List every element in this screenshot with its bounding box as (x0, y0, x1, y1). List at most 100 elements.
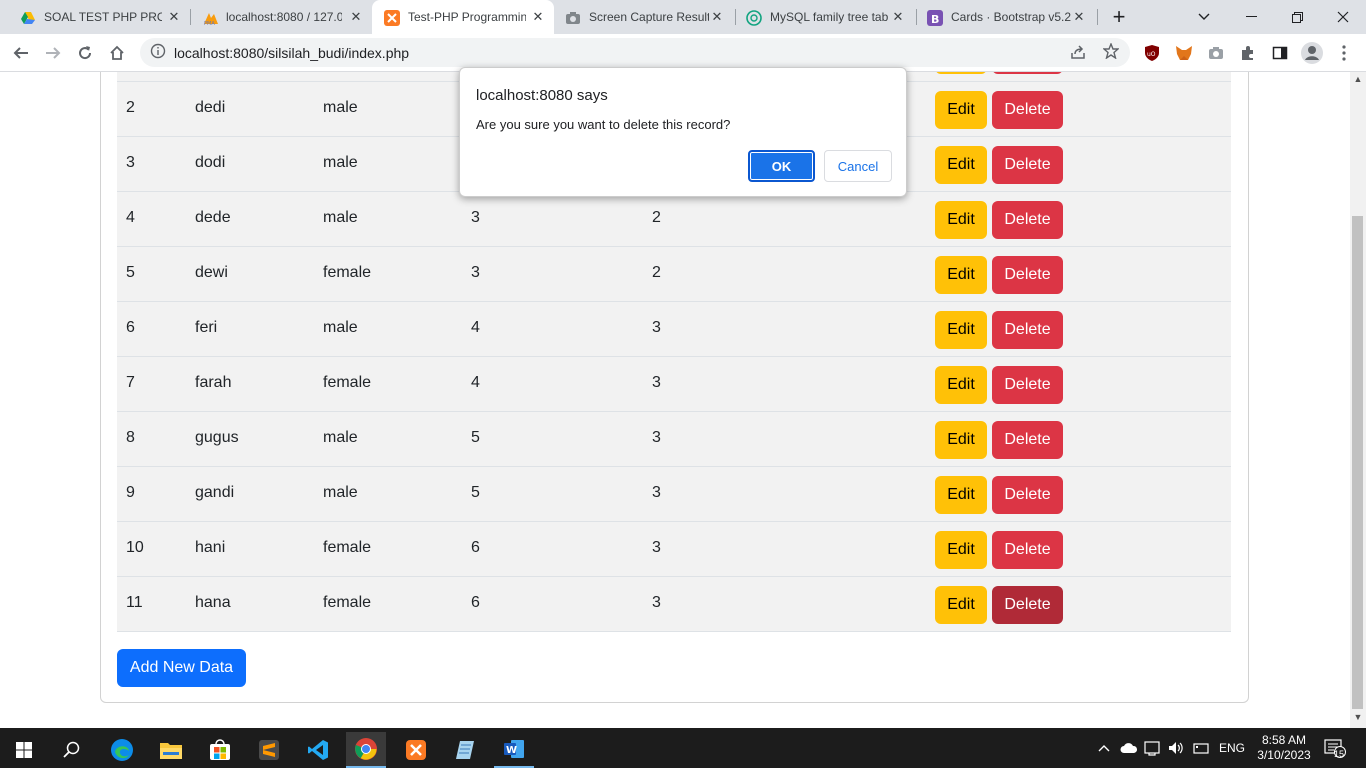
table-row: 9 gandi male 5 3 Edit Delete (117, 467, 1231, 522)
cancel-button[interactable]: Cancel (824, 150, 892, 182)
tab-phpmyadmin[interactable]: PMA localhost:8080 / 127.0 ✕ (190, 0, 370, 34)
xampp-taskbar-icon[interactable] (396, 732, 436, 768)
tab-search-chevron-icon[interactable] (1181, 0, 1227, 34)
edit-button[interactable]: Edit (935, 586, 987, 624)
sublime-text-icon[interactable] (249, 732, 289, 768)
page-scrollbar[interactable]: ▲ ▼ (1350, 72, 1366, 728)
delete-button[interactable]: Delete (992, 311, 1063, 349)
chrome-taskbar-icon[interactable] (346, 732, 386, 768)
notification-center-icon[interactable]: 15 (1324, 728, 1346, 768)
site-info-icon[interactable] (150, 43, 166, 62)
tab-bootstrap-cards[interactable]: B Cards · Bootstrap v5.2 ✕ (917, 0, 1097, 34)
file-explorer-icon[interactable] (151, 732, 191, 768)
edit-button[interactable]: Edit (935, 72, 987, 74)
tab-test-php[interactable]: Test-PHP Programmin ✕ (372, 0, 554, 34)
edit-button[interactable]: Edit (935, 146, 987, 184)
volume-icon[interactable] (1167, 728, 1185, 768)
table-row: 8 gugus male 5 3 Edit Delete (117, 412, 1231, 467)
word-icon[interactable]: W (494, 732, 534, 768)
add-new-data-button[interactable]: Add New Data (117, 649, 246, 687)
edit-button[interactable]: Edit (935, 366, 987, 404)
edge-browser-icon[interactable] (102, 732, 142, 768)
windows-start-icon[interactable] (4, 732, 44, 768)
delete-button[interactable]: Delete (992, 586, 1063, 624)
language-indicator[interactable]: ENG (1219, 728, 1245, 768)
tab-screen-capture[interactable]: Screen Capture Result ✕ (555, 0, 735, 34)
network-icon[interactable] (1144, 728, 1162, 768)
delete-button[interactable]: Delete (992, 201, 1063, 239)
restore-icon[interactable] (1274, 0, 1320, 34)
close-window-icon[interactable] (1320, 0, 1366, 34)
cell-col5: 3 (652, 429, 661, 446)
metamask-fox-icon[interactable] (1171, 40, 1197, 66)
delete-button[interactable]: Delete (992, 531, 1063, 569)
close-icon[interactable]: ✕ (530, 9, 546, 25)
search-icon[interactable] (52, 732, 92, 768)
notepad-icon[interactable] (445, 732, 485, 768)
cell-id: 9 (126, 484, 135, 501)
delete-button[interactable]: Delete (992, 72, 1063, 74)
extensions-puzzle-icon[interactable] (1235, 40, 1261, 66)
edit-button[interactable]: Edit (935, 311, 987, 349)
edit-button[interactable]: Edit (935, 256, 987, 294)
table-row: 4 dede male 3 2 Edit Delete (117, 192, 1231, 247)
back-icon[interactable] (8, 40, 34, 66)
cell-col4: 4 (471, 374, 480, 391)
vscode-icon[interactable] (298, 732, 338, 768)
edit-button[interactable]: Edit (935, 476, 987, 514)
cell-id: 6 (126, 319, 135, 336)
clock[interactable]: 8:58 AM 3/10/2023 (1254, 728, 1314, 768)
chrome-menu-icon[interactable] (1331, 40, 1357, 66)
tab-soal-test[interactable]: SOAL TEST PHP PROG ✕ (0, 0, 190, 34)
cell-gender: female (323, 594, 372, 611)
delete-button[interactable]: Delete (992, 366, 1063, 404)
reload-icon[interactable] (72, 40, 98, 66)
edit-button[interactable]: Edit (935, 421, 987, 459)
forward-icon[interactable] (40, 40, 66, 66)
close-icon[interactable]: ✕ (1071, 9, 1087, 25)
delete-button[interactable]: Delete (992, 256, 1063, 294)
input-method-icon[interactable] (1193, 728, 1209, 768)
tab-mysql-family[interactable]: MySQL family tree tab ✕ (736, 0, 916, 34)
cell-name: gugus (195, 429, 239, 446)
tab-title: Cards · Bootstrap v5.2 (951, 10, 1071, 24)
profile-avatar-icon[interactable] (1299, 40, 1325, 66)
close-icon[interactable]: ✕ (890, 9, 906, 25)
ublock-origin-icon[interactable]: uO (1139, 40, 1165, 66)
cell-col5: 3 (652, 319, 661, 336)
cell-name: dewi (195, 264, 228, 281)
side-panel-icon[interactable] (1267, 40, 1293, 66)
new-tab-icon[interactable]: + (1096, 0, 1142, 34)
cell-gender: male (323, 154, 358, 171)
screen-capture-extension-icon[interactable] (1203, 40, 1229, 66)
share-icon[interactable] (1070, 44, 1086, 65)
svg-text:B: B (931, 13, 939, 26)
delete-button[interactable]: Delete (992, 91, 1063, 129)
onedrive-cloud-icon[interactable] (1120, 728, 1138, 768)
cell-name: dodi (195, 154, 226, 171)
close-icon[interactable]: ✕ (709, 9, 725, 25)
delete-button[interactable]: Delete (992, 476, 1063, 514)
tab-title: MySQL family tree tab (770, 10, 888, 24)
show-hidden-icons-chevron-icon[interactable] (1098, 728, 1110, 768)
delete-button[interactable]: Delete (992, 146, 1063, 184)
edit-button[interactable]: Edit (935, 531, 987, 569)
scroll-up-arrow-icon[interactable]: ▲ (1350, 74, 1366, 88)
delete-button[interactable]: Delete (992, 421, 1063, 459)
tab-title: SOAL TEST PHP PROG (44, 10, 162, 24)
table-row: 10 hani female 6 3 Edit Delete (117, 522, 1231, 577)
phpmyadmin-icon: PMA (202, 10, 218, 27)
microsoft-store-icon[interactable] (200, 732, 240, 768)
close-icon[interactable]: ✕ (348, 9, 364, 25)
cell-col4: 3 (471, 209, 480, 226)
minimize-icon[interactable] (1228, 0, 1274, 34)
scroll-down-arrow-icon[interactable]: ▼ (1350, 712, 1366, 726)
edit-button[interactable]: Edit (935, 201, 987, 239)
address-bar[interactable]: localhost:8080/silsilah_budi/index.php (140, 38, 1130, 67)
close-icon[interactable]: ✕ (166, 9, 182, 25)
edit-button[interactable]: Edit (935, 91, 987, 129)
ok-button[interactable]: OK (748, 150, 815, 182)
home-icon[interactable] (104, 40, 130, 66)
scroll-thumb[interactable] (1352, 216, 1363, 709)
bookmark-star-icon[interactable] (1102, 42, 1120, 64)
